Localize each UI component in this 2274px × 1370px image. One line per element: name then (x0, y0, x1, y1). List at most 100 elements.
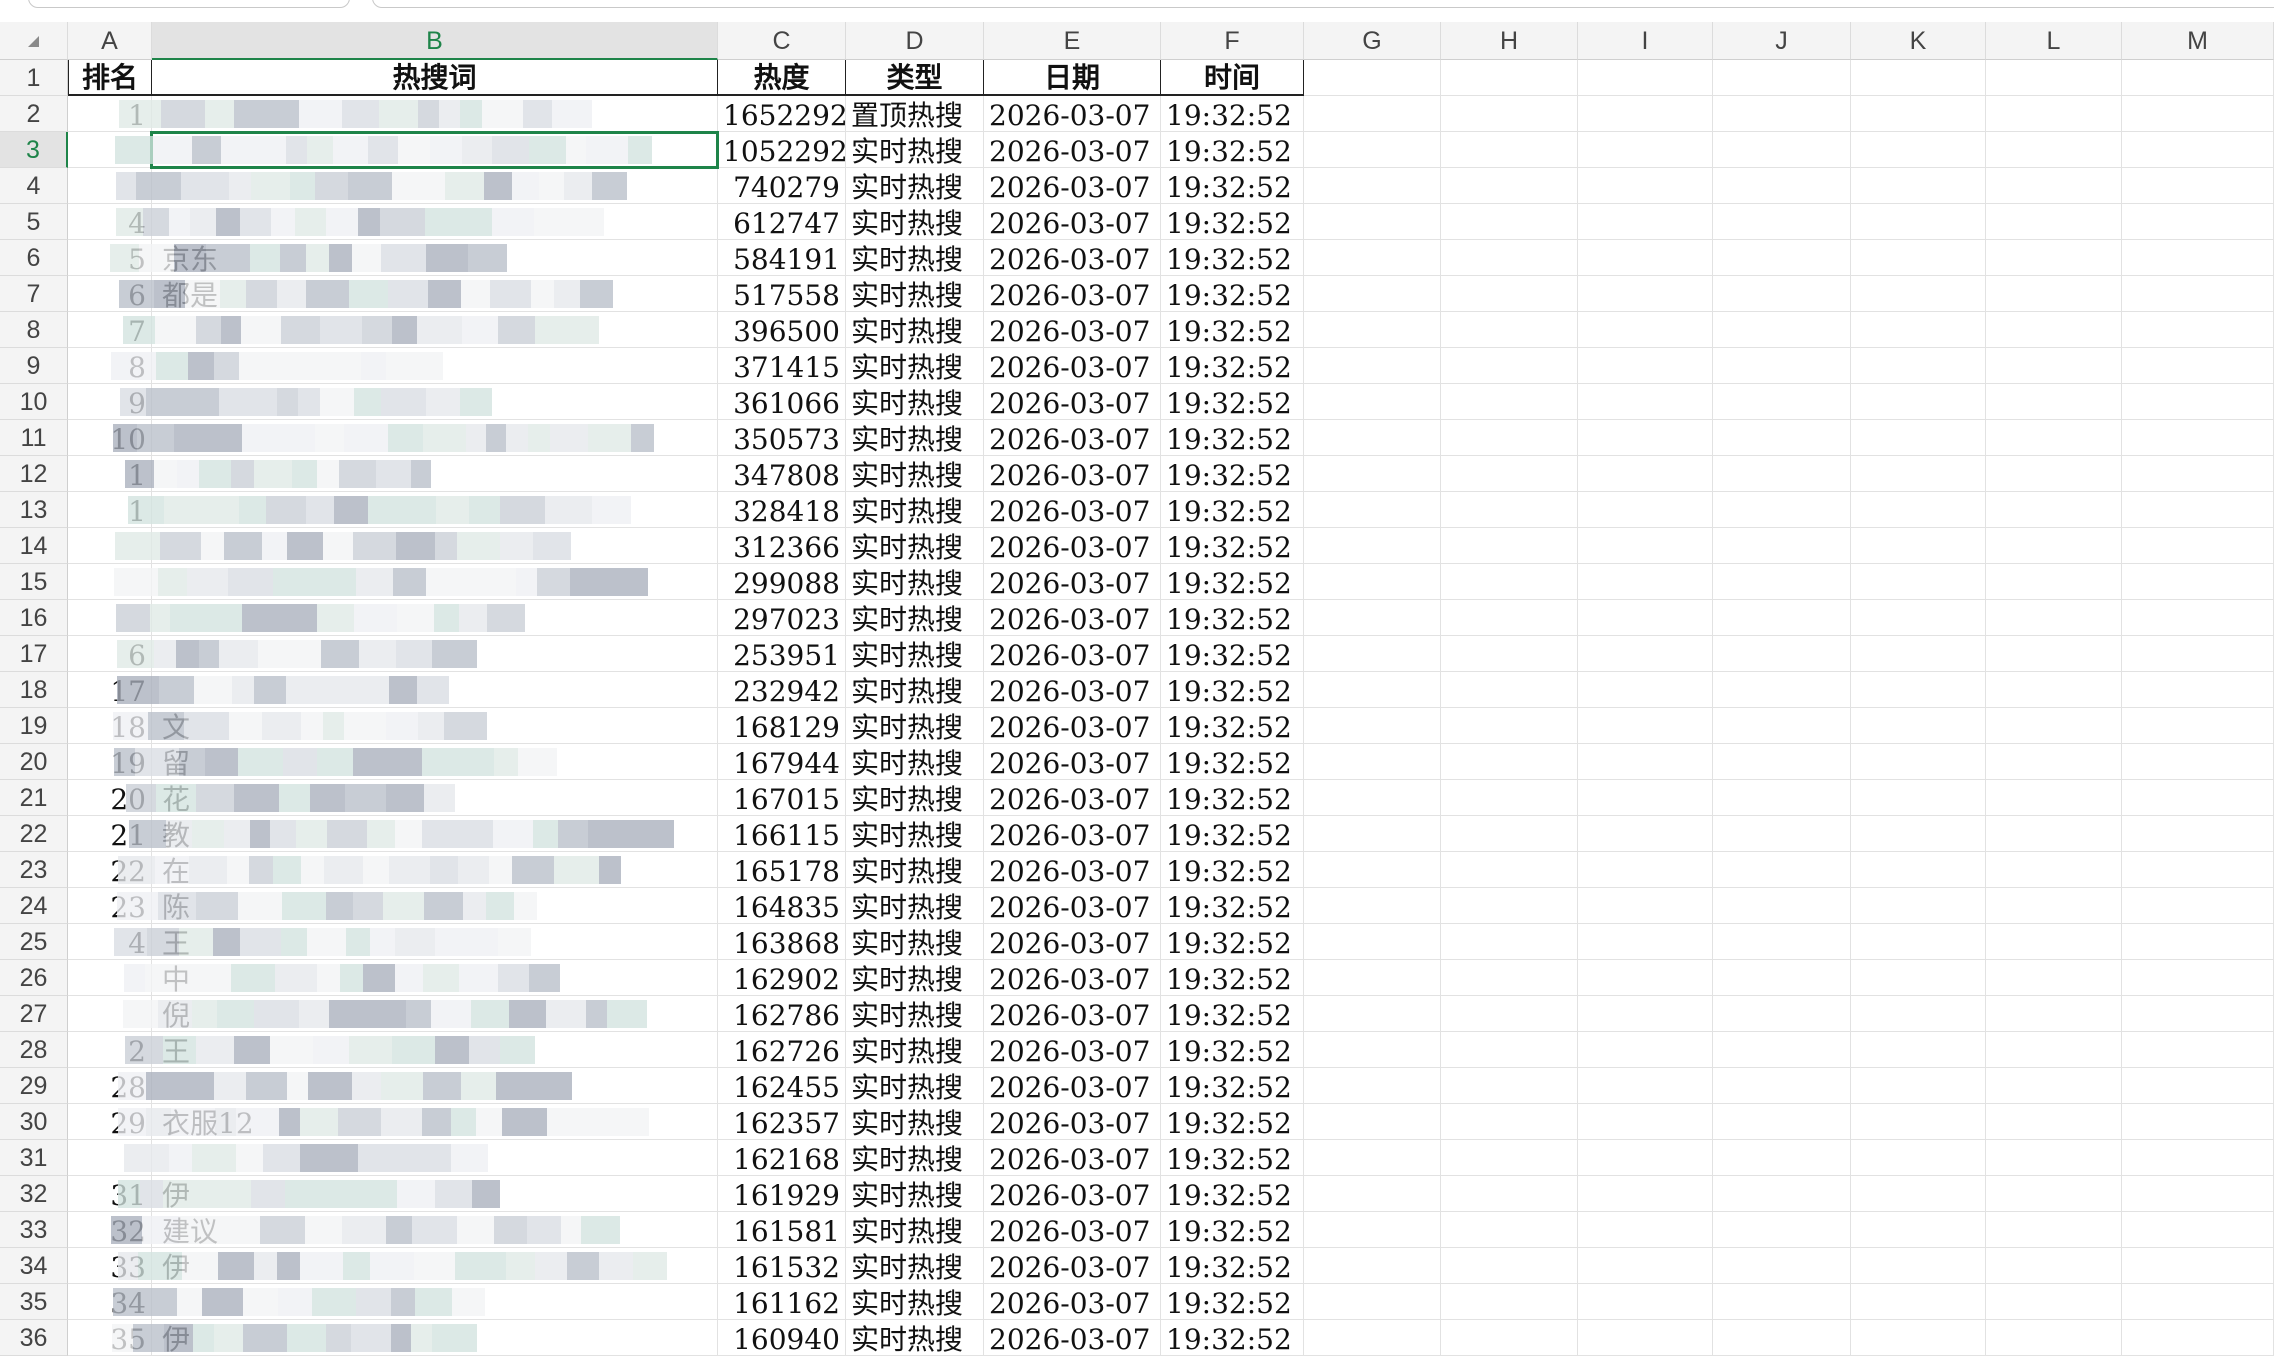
cell-i26[interactable] (1578, 960, 1713, 996)
cell-a8[interactable]: 7 (68, 312, 152, 348)
cell-e6[interactable]: 2026-03-07 (984, 240, 1161, 276)
cell-g25[interactable] (1304, 924, 1441, 960)
cell-c17[interactable]: 253951 (718, 636, 846, 672)
cell-i16[interactable] (1578, 600, 1713, 636)
cell-l6[interactable] (1986, 240, 2122, 276)
cell-e21[interactable]: 2026-03-07 (984, 780, 1161, 816)
cell-d24[interactable]: 实时热搜 (846, 888, 984, 924)
cell-e10[interactable]: 2026-03-07 (984, 384, 1161, 420)
cell-m10[interactable] (2122, 384, 2274, 420)
cell-j29[interactable] (1713, 1068, 1851, 1104)
cell-h5[interactable] (1441, 204, 1578, 240)
cell-l29[interactable] (1986, 1068, 2122, 1104)
cell-g8[interactable] (1304, 312, 1441, 348)
cell-m1[interactable] (2122, 60, 2274, 96)
select-all-corner[interactable] (0, 22, 68, 60)
cell-d26[interactable]: 实时热搜 (846, 960, 984, 996)
cell-m34[interactable] (2122, 1248, 2274, 1284)
cell-b10[interactable] (152, 384, 718, 420)
row-header-22[interactable]: 22 (0, 816, 68, 852)
cell-i27[interactable] (1578, 996, 1713, 1032)
row-header-15[interactable]: 15 (0, 564, 68, 600)
cell-d23[interactable]: 实时热搜 (846, 852, 984, 888)
cell-m31[interactable] (2122, 1140, 2274, 1176)
cell-k24[interactable] (1851, 888, 1986, 924)
cell-i28[interactable] (1578, 1032, 1713, 1068)
cell-h19[interactable] (1441, 708, 1578, 744)
cell-k26[interactable] (1851, 960, 1986, 996)
cell-m9[interactable] (2122, 348, 2274, 384)
cell-c26[interactable]: 162902 (718, 960, 846, 996)
cell-d17[interactable]: 实时热搜 (846, 636, 984, 672)
cell-e31[interactable]: 2026-03-07 (984, 1140, 1161, 1176)
cell-h15[interactable] (1441, 564, 1578, 600)
cell-f32[interactable]: 19:32:52 (1161, 1176, 1304, 1212)
cell-j28[interactable] (1713, 1032, 1851, 1068)
name-box[interactable] (28, 0, 350, 8)
cell-i1[interactable] (1578, 60, 1713, 96)
cell-d29[interactable]: 实时热搜 (846, 1068, 984, 1104)
cell-k2[interactable] (1851, 96, 1986, 132)
cell-i19[interactable] (1578, 708, 1713, 744)
cell-f29[interactable]: 19:32:52 (1161, 1068, 1304, 1104)
cell-i5[interactable] (1578, 204, 1713, 240)
cell-h25[interactable] (1441, 924, 1578, 960)
cell-a21[interactable]: 20 (68, 780, 152, 816)
cell-a13[interactable]: 1 (68, 492, 152, 528)
cell-c5[interactable]: 612747 (718, 204, 846, 240)
cell-a19[interactable]: 18 (68, 708, 152, 744)
row-header-3[interactable]: 3 (0, 132, 68, 168)
cell-e4[interactable]: 2026-03-07 (984, 168, 1161, 204)
cell-k17[interactable] (1851, 636, 1986, 672)
cell-l15[interactable] (1986, 564, 2122, 600)
cell-i17[interactable] (1578, 636, 1713, 672)
row-header-20[interactable]: 20 (0, 744, 68, 780)
column-header-c[interactable]: C (718, 22, 846, 60)
cell-e5[interactable]: 2026-03-07 (984, 204, 1161, 240)
cell-e15[interactable]: 2026-03-07 (984, 564, 1161, 600)
cell-i24[interactable] (1578, 888, 1713, 924)
cell-c12[interactable]: 347808 (718, 456, 846, 492)
cell-a34[interactable]: 33 (68, 1248, 152, 1284)
row-header-8[interactable]: 8 (0, 312, 68, 348)
cell-d32[interactable]: 实时热搜 (846, 1176, 984, 1212)
row-header-14[interactable]: 14 (0, 528, 68, 564)
cell-e35[interactable]: 2026-03-07 (984, 1284, 1161, 1320)
cell-f22[interactable]: 19:32:52 (1161, 816, 1304, 852)
cell-e30[interactable]: 2026-03-07 (984, 1104, 1161, 1140)
cell-h11[interactable] (1441, 420, 1578, 456)
cell-g14[interactable] (1304, 528, 1441, 564)
cell-e11[interactable]: 2026-03-07 (984, 420, 1161, 456)
cell-f31[interactable]: 19:32:52 (1161, 1140, 1304, 1176)
cell-d8[interactable]: 实时热搜 (846, 312, 984, 348)
row-header-9[interactable]: 9 (0, 348, 68, 384)
cell-e28[interactable]: 2026-03-07 (984, 1032, 1161, 1068)
cell-m36[interactable] (2122, 1320, 2274, 1356)
cell-c34[interactable]: 161532 (718, 1248, 846, 1284)
cell-i34[interactable] (1578, 1248, 1713, 1284)
cell-l9[interactable] (1986, 348, 2122, 384)
cell-k8[interactable] (1851, 312, 1986, 348)
cell-k4[interactable] (1851, 168, 1986, 204)
cell-l4[interactable] (1986, 168, 2122, 204)
row-header-29[interactable]: 29 (0, 1068, 68, 1104)
cell-m4[interactable] (2122, 168, 2274, 204)
cell-d21[interactable]: 实时热搜 (846, 780, 984, 816)
cell-b25[interactable]: 王 (152, 924, 718, 960)
cell-c32[interactable]: 161929 (718, 1176, 846, 1212)
cell-g30[interactable] (1304, 1104, 1441, 1140)
row-header-7[interactable]: 7 (0, 276, 68, 312)
cell-m30[interactable] (2122, 1104, 2274, 1140)
cell-g36[interactable] (1304, 1320, 1441, 1356)
cell-a31[interactable] (68, 1140, 152, 1176)
cell-e19[interactable]: 2026-03-07 (984, 708, 1161, 744)
cell-m15[interactable] (2122, 564, 2274, 600)
cell-d5[interactable]: 实时热搜 (846, 204, 984, 240)
cell-f19[interactable]: 19:32:52 (1161, 708, 1304, 744)
cell-f13[interactable]: 19:32:52 (1161, 492, 1304, 528)
cell-b4[interactable] (152, 168, 718, 204)
cell-j17[interactable] (1713, 636, 1851, 672)
cell-c31[interactable]: 162168 (718, 1140, 846, 1176)
cell-h29[interactable] (1441, 1068, 1578, 1104)
cell-m33[interactable] (2122, 1212, 2274, 1248)
